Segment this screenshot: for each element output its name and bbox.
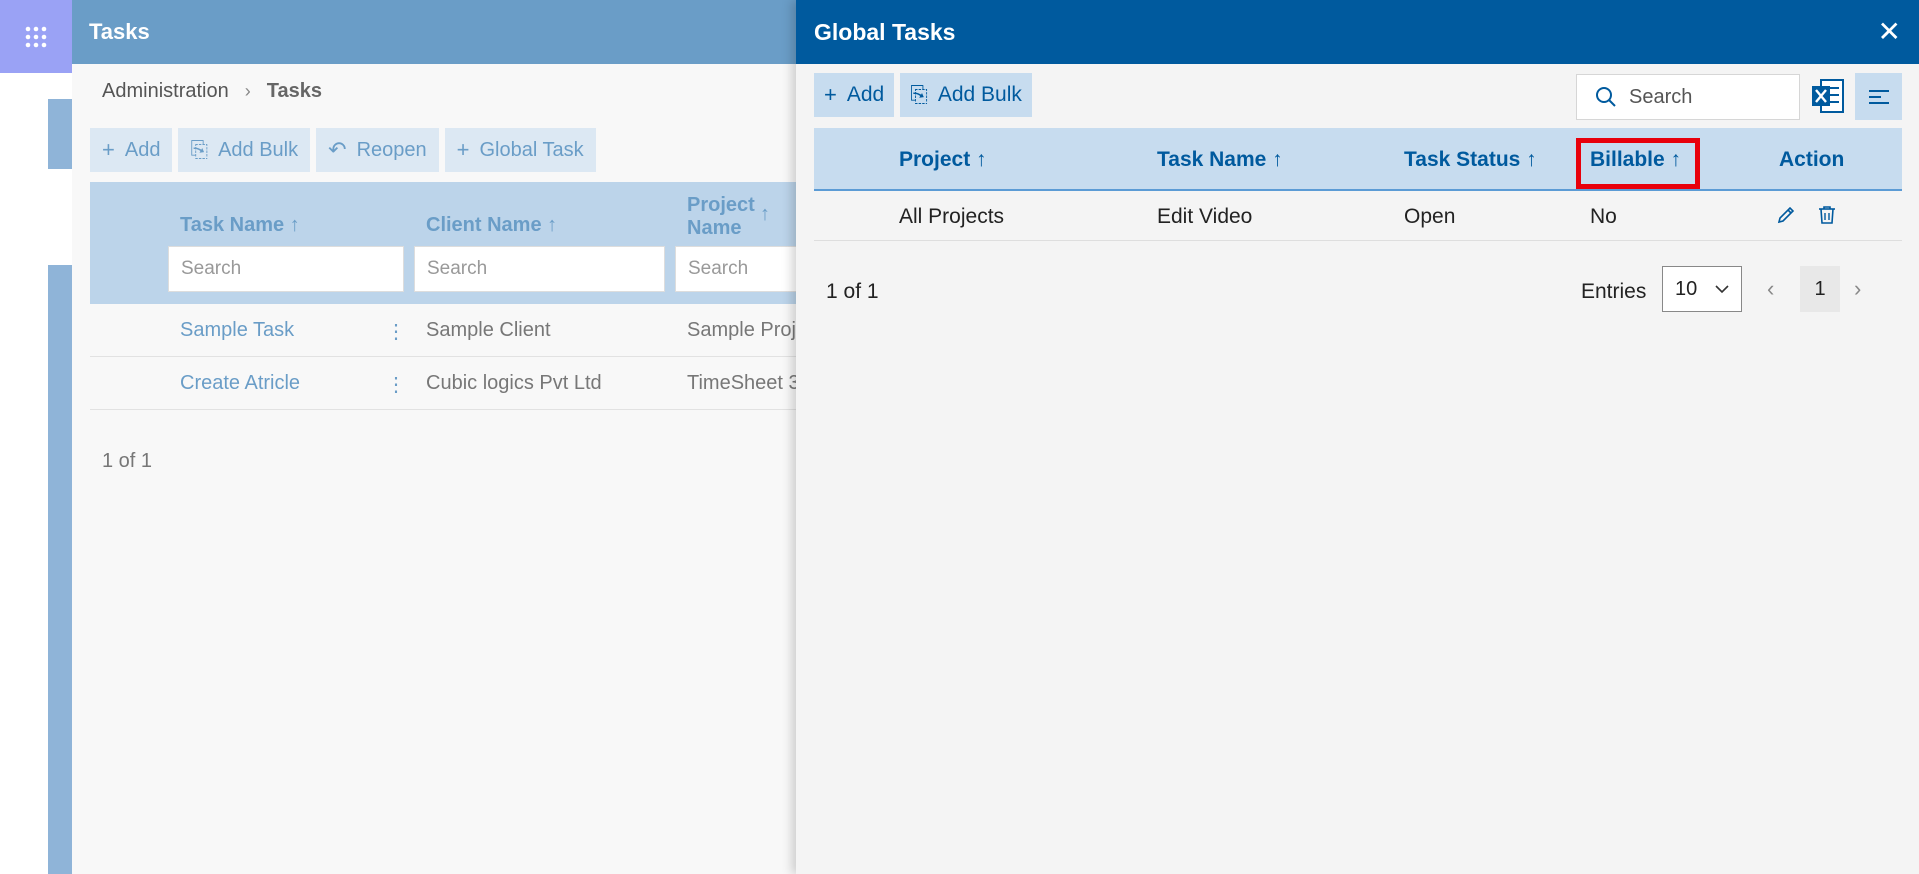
tasks-page-header: Tasks — [72, 0, 796, 64]
breadcrumb-administration[interactable]: Administration — [102, 80, 229, 103]
page-title: Tasks — [89, 19, 150, 44]
previous-page-icon[interactable]: ‹ — [1767, 276, 1774, 302]
billable-cell: No — [1590, 205, 1617, 228]
panel-toolbar: + Add ⎘ Add Bulk — [814, 73, 1032, 117]
search-input[interactable]: Search — [1576, 74, 1800, 120]
excel-export-icon[interactable] — [1811, 78, 1845, 114]
client-name-search-input[interactable]: Search — [414, 246, 665, 292]
panel-title: Global Tasks — [814, 18, 956, 45]
add-bulk-label: Add Bulk — [937, 83, 1022, 106]
task-name-search-input[interactable]: Search — [168, 246, 404, 292]
column-project-name-line2: Name — [687, 217, 742, 239]
entries-value: 10 — [1675, 277, 1698, 300]
column-task-name[interactable]: Task Name ↑ — [180, 214, 300, 237]
column-client-name[interactable]: Client Name ↑ — [426, 214, 557, 237]
search-icon — [1596, 87, 1616, 107]
global-task-label: Global Task — [479, 138, 584, 161]
close-icon[interactable]: ✕ — [1878, 18, 1901, 46]
tasks-toolbar: + Add ⎘ Add Bulk ↶ Reopen + Global Task — [90, 128, 596, 172]
project-cell: Sample Proj — [687, 319, 796, 341]
billable-highlight-box — [1576, 138, 1700, 189]
menu-lines-icon — [1868, 89, 1889, 104]
pager-text: 1 of 1 — [102, 450, 153, 472]
search-placeholder: Search — [1629, 85, 1693, 108]
grid-header: Project ↑ Task Name ↑ Task Status ↑ Bill… — [814, 128, 1902, 191]
left-nav-rail — [0, 73, 72, 874]
tasks-page: Tasks Administration › Tasks + Add ⎘ Add… — [72, 0, 796, 874]
sort-arrow-icon: ↑ — [760, 203, 770, 225]
panel-header: Global Tasks ✕ — [796, 0, 1919, 64]
pager-text: 1 of 1 — [826, 280, 879, 303]
breadcrumb: Administration › Tasks — [102, 80, 322, 103]
global-task-button[interactable]: + Global Task — [444, 128, 596, 172]
column-action: Action — [1779, 148, 1845, 171]
trash-icon[interactable] — [1816, 204, 1838, 226]
grid-footer: 1 of 1 Entries 10 ‹ 1 › — [814, 262, 1902, 318]
breadcrumb-tasks: Tasks — [266, 80, 322, 102]
more-options-icon[interactable]: ⋮ — [386, 372, 406, 397]
tasks-grid: Task Name ↑ Client Name ↑ Project Name ↑… — [90, 182, 796, 410]
add-bulk-label: Add Bulk — [218, 138, 299, 161]
plus-icon: + — [102, 137, 115, 162]
task-link[interactable]: Create Atricle — [180, 372, 300, 395]
edit-pencil-icon[interactable] — [1775, 204, 1797, 226]
project-cell: All Projects — [899, 205, 1005, 228]
table-row: Sample Task ⋮ Sample Client Sample Proj — [90, 304, 796, 357]
entries-label: Entries — [1581, 280, 1647, 303]
page-number-button[interactable]: 1 — [1800, 266, 1840, 312]
global-tasks-panel: Global Tasks ✕ + Add ⎘ Add Bulk Search P… — [796, 0, 1919, 874]
app-launcher-button[interactable] — [0, 0, 72, 73]
reopen-label: Reopen — [356, 138, 427, 161]
column-task-name[interactable]: Task Name ↑ — [1157, 148, 1283, 172]
plus-icon: + — [824, 82, 837, 107]
column-task-status[interactable]: Task Status ↑ — [1404, 148, 1537, 172]
client-cell: Cubic logics Pvt Ltd — [426, 372, 602, 394]
bulk-add-icon: ⎘ — [190, 137, 209, 162]
chevron-down-icon — [1715, 285, 1729, 294]
bulk-add-icon: ⎘ — [910, 82, 928, 107]
global-tasks-grid: Project ↑ Task Name ↑ Task Status ↑ Bill… — [814, 128, 1902, 241]
add-button[interactable]: + Add — [90, 128, 173, 172]
column-project[interactable]: Project ↑ — [899, 148, 987, 172]
more-options-icon[interactable]: ⋮ — [386, 319, 406, 344]
client-cell: Sample Client — [426, 319, 551, 341]
reopen-button[interactable]: ↶ Reopen — [316, 128, 439, 172]
add-bulk-button[interactable]: ⎘ Add Bulk — [900, 73, 1032, 117]
column-menu-button[interactable] — [1855, 73, 1902, 120]
rail-active-item[interactable] — [48, 99, 72, 169]
waffle-icon — [25, 26, 47, 47]
table-row: All Projects Edit Video Open No — [814, 191, 1902, 241]
plus-icon: + — [456, 137, 470, 162]
table-row: Create Atricle ⋮ Cubic logics Pvt Ltd Ti… — [90, 357, 796, 410]
task-name-cell: Edit Video — [1157, 205, 1253, 228]
breadcrumb-separator-icon: › — [244, 81, 251, 101]
project-cell: TimeSheet 3 — [687, 372, 796, 394]
tasks-grid-header: Task Name ↑ Client Name ↑ Project Name ↑… — [90, 182, 796, 304]
add-bulk-button[interactable]: ⎘ Add Bulk — [178, 128, 311, 172]
rail-panel — [48, 265, 72, 874]
column-project-name[interactable]: Project Name — [687, 194, 755, 240]
task-link[interactable]: Sample Task — [180, 319, 294, 342]
add-label: Add — [846, 83, 885, 106]
task-status-cell: Open — [1404, 205, 1456, 228]
column-project-name-line1: Project — [687, 194, 755, 216]
entries-dropdown[interactable]: 10 — [1662, 266, 1742, 312]
project-name-search-input[interactable]: Search — [675, 246, 796, 292]
add-label: Add — [124, 138, 161, 161]
add-button[interactable]: + Add — [814, 73, 895, 117]
undo-icon: ↶ — [328, 137, 347, 162]
next-page-icon[interactable]: › — [1854, 276, 1861, 302]
